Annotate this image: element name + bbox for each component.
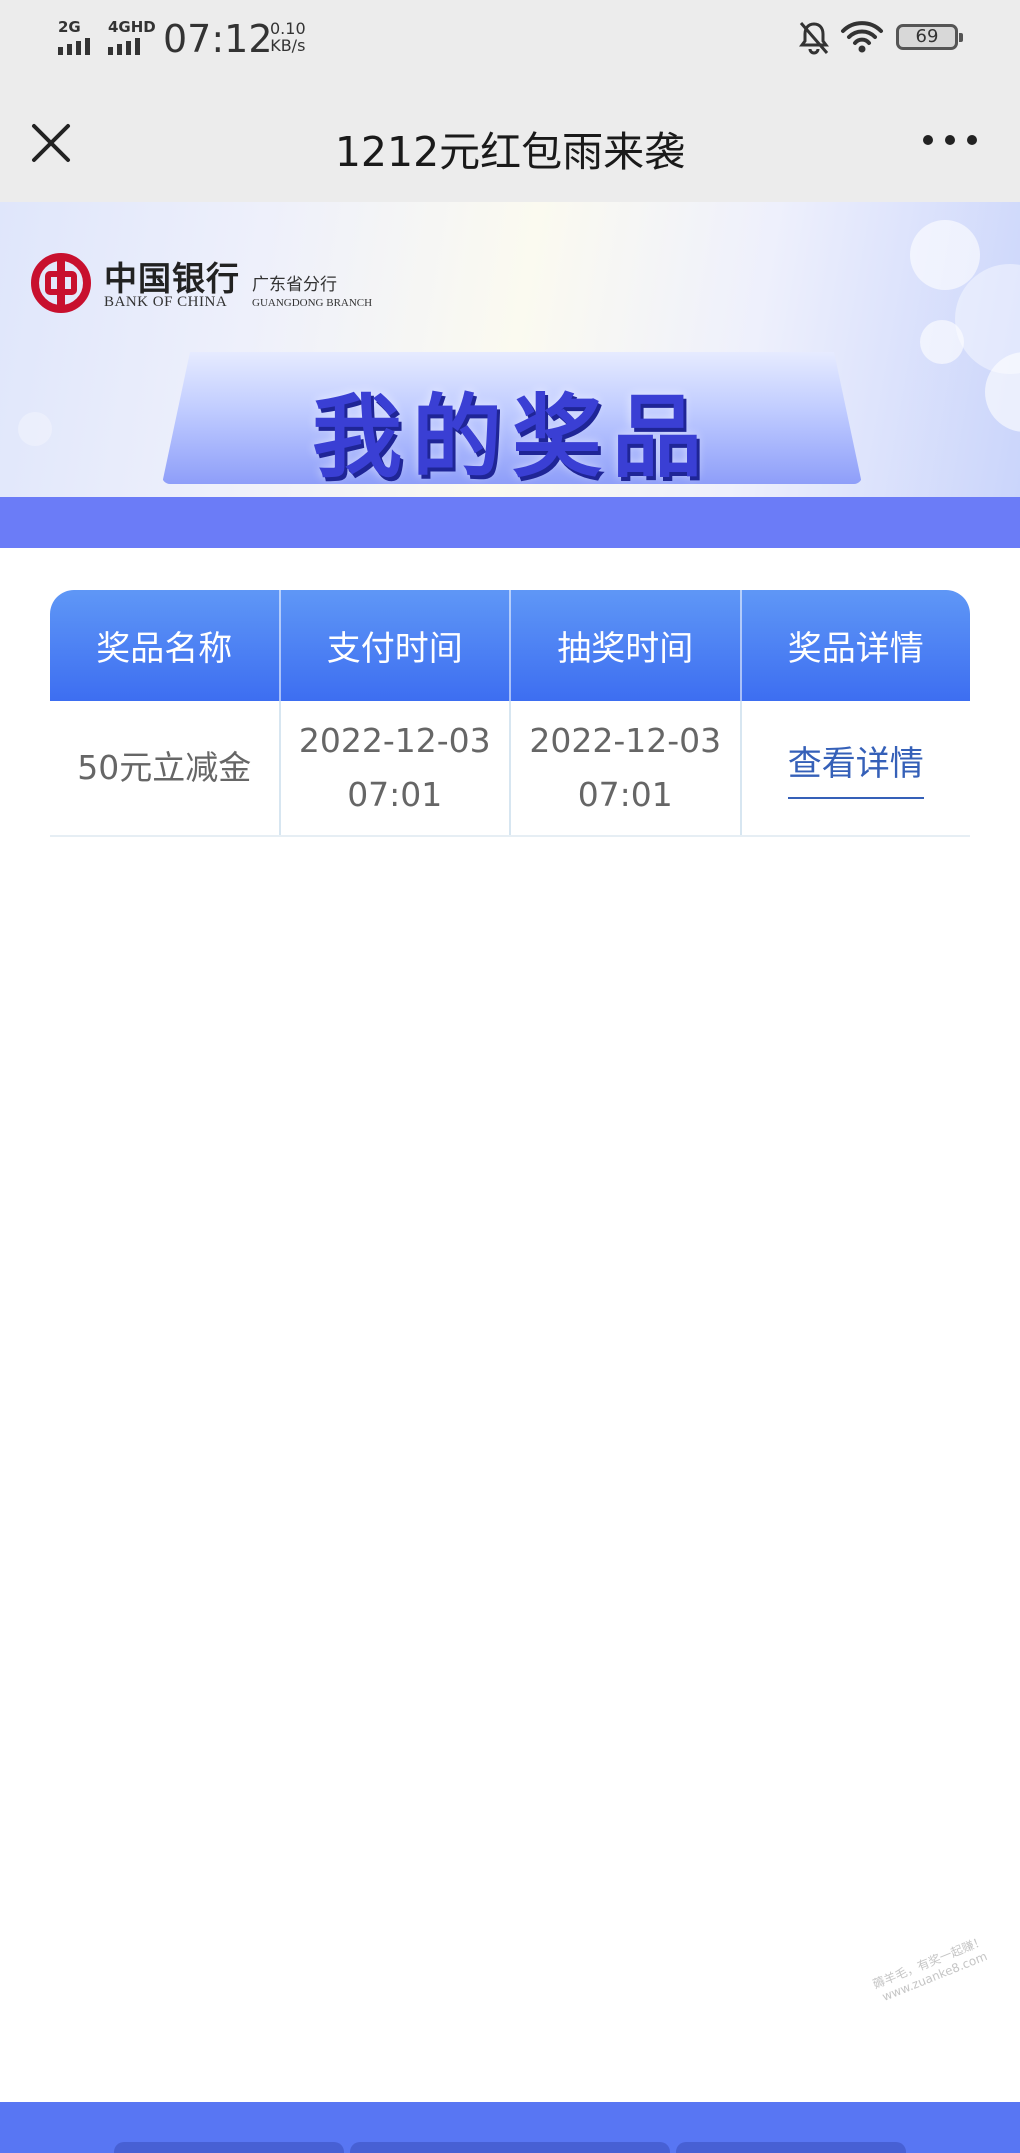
banner-band [0, 497, 1020, 548]
column-header-prize-name: 奖品名称 [96, 629, 233, 669]
branch-name-cn: 广东省分行 [252, 275, 337, 295]
prize-table: 奖品名称 支付时间 抽奖时间 奖品详情 50元立减金 2022-12-03 07… [50, 590, 970, 837]
decor-bubble [18, 412, 52, 446]
bottom-tab-button[interactable] [676, 2142, 906, 2153]
decor-bubble [920, 320, 964, 364]
signal-icon [108, 38, 140, 55]
column-header-draw-time: 抽奖时间 [509, 590, 740, 701]
speed-unit: KB/s [270, 36, 306, 55]
pay-time-cell: 2022-12-03 07:01 [278, 701, 510, 835]
branch-name-en: GUANGDONG BRANCH [252, 297, 373, 309]
battery-icon: 69 [896, 24, 963, 50]
more-icon[interactable] [918, 118, 982, 162]
signal-icon [58, 38, 90, 55]
speed-value: 0.10 [270, 19, 306, 38]
banner-heading: 我的奖品 [312, 385, 712, 490]
status-bar: 2G 4GHD 07:12 0.10 KB/s 69 [0, 0, 1020, 80]
pay-date: 2022-12-03 [298, 721, 491, 760]
column-header-pay-time: 支付时间 [278, 590, 510, 701]
bank-name-cn: 中国银行 [104, 259, 240, 298]
pay-time: 07:01 [347, 775, 443, 814]
draw-time-cell: 2022-12-03 07:01 [509, 701, 740, 835]
bell-muted-icon [799, 22, 829, 55]
bank-name-en: BANK OF CHINA [104, 294, 228, 310]
detail-cell: 查看详情 [739, 701, 971, 835]
table-header: 奖品名称 支付时间 抽奖时间 奖品详情 [50, 590, 970, 701]
nav-bar: 1212元红包雨来袭 [0, 80, 1020, 202]
view-detail-link[interactable]: 查看详情 [787, 737, 924, 799]
prize-name-cell: 50元立减金 [50, 701, 279, 835]
bottom-tab-button[interactable] [350, 2142, 670, 2153]
bank-of-china-logo [31, 253, 91, 313]
network-speed: 0.10 KB/s [270, 20, 306, 54]
table-row: 50元立减金 2022-12-03 07:01 2022-12-03 07:01… [50, 701, 970, 837]
site-watermark: 薅羊毛，有奖一起赚！ www.zuanke8.com [871, 1934, 994, 2007]
bottom-bar [0, 2102, 1020, 2153]
sim1-label: 2G [58, 18, 81, 36]
wifi-icon [841, 21, 883, 53]
decor-bubble [910, 220, 980, 290]
status-time: 07:12 [163, 17, 273, 61]
draw-time: 07:01 [577, 775, 673, 814]
prize-name: 50元立减金 [77, 748, 252, 787]
page-title: 1212元红包雨来袭 [334, 128, 686, 176]
prize-banner: 中国银行 广东省分行 BANK OF CHINA GUANGDONG BRANC… [0, 202, 1020, 548]
sim2-label: 4GHD [108, 18, 156, 36]
bottom-tab-button[interactable] [114, 2142, 344, 2153]
battery-level: 69 [915, 26, 939, 47]
draw-date: 2022-12-03 [529, 721, 722, 760]
column-header-prize-detail: 奖品详情 [739, 590, 971, 701]
